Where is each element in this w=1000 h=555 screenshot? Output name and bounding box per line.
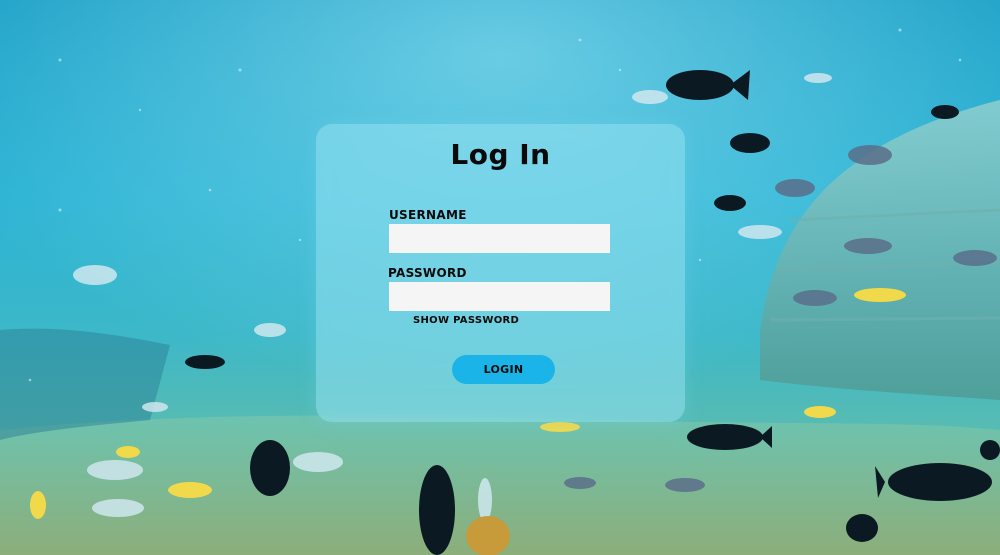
login-title: Log In [450, 138, 551, 171]
password-input[interactable] [389, 282, 610, 311]
username-input[interactable] [389, 224, 610, 253]
password-label: PASSWORD [388, 266, 467, 280]
login-card: Log In USERNAME PASSWORD SHOW PASSWORD L… [316, 124, 685, 422]
login-button[interactable]: LOGIN [452, 355, 555, 384]
show-password-toggle[interactable]: SHOW PASSWORD [413, 315, 519, 326]
aquarium-background: Log In USERNAME PASSWORD SHOW PASSWORD L… [0, 0, 1000, 555]
username-label: USERNAME [389, 208, 467, 222]
